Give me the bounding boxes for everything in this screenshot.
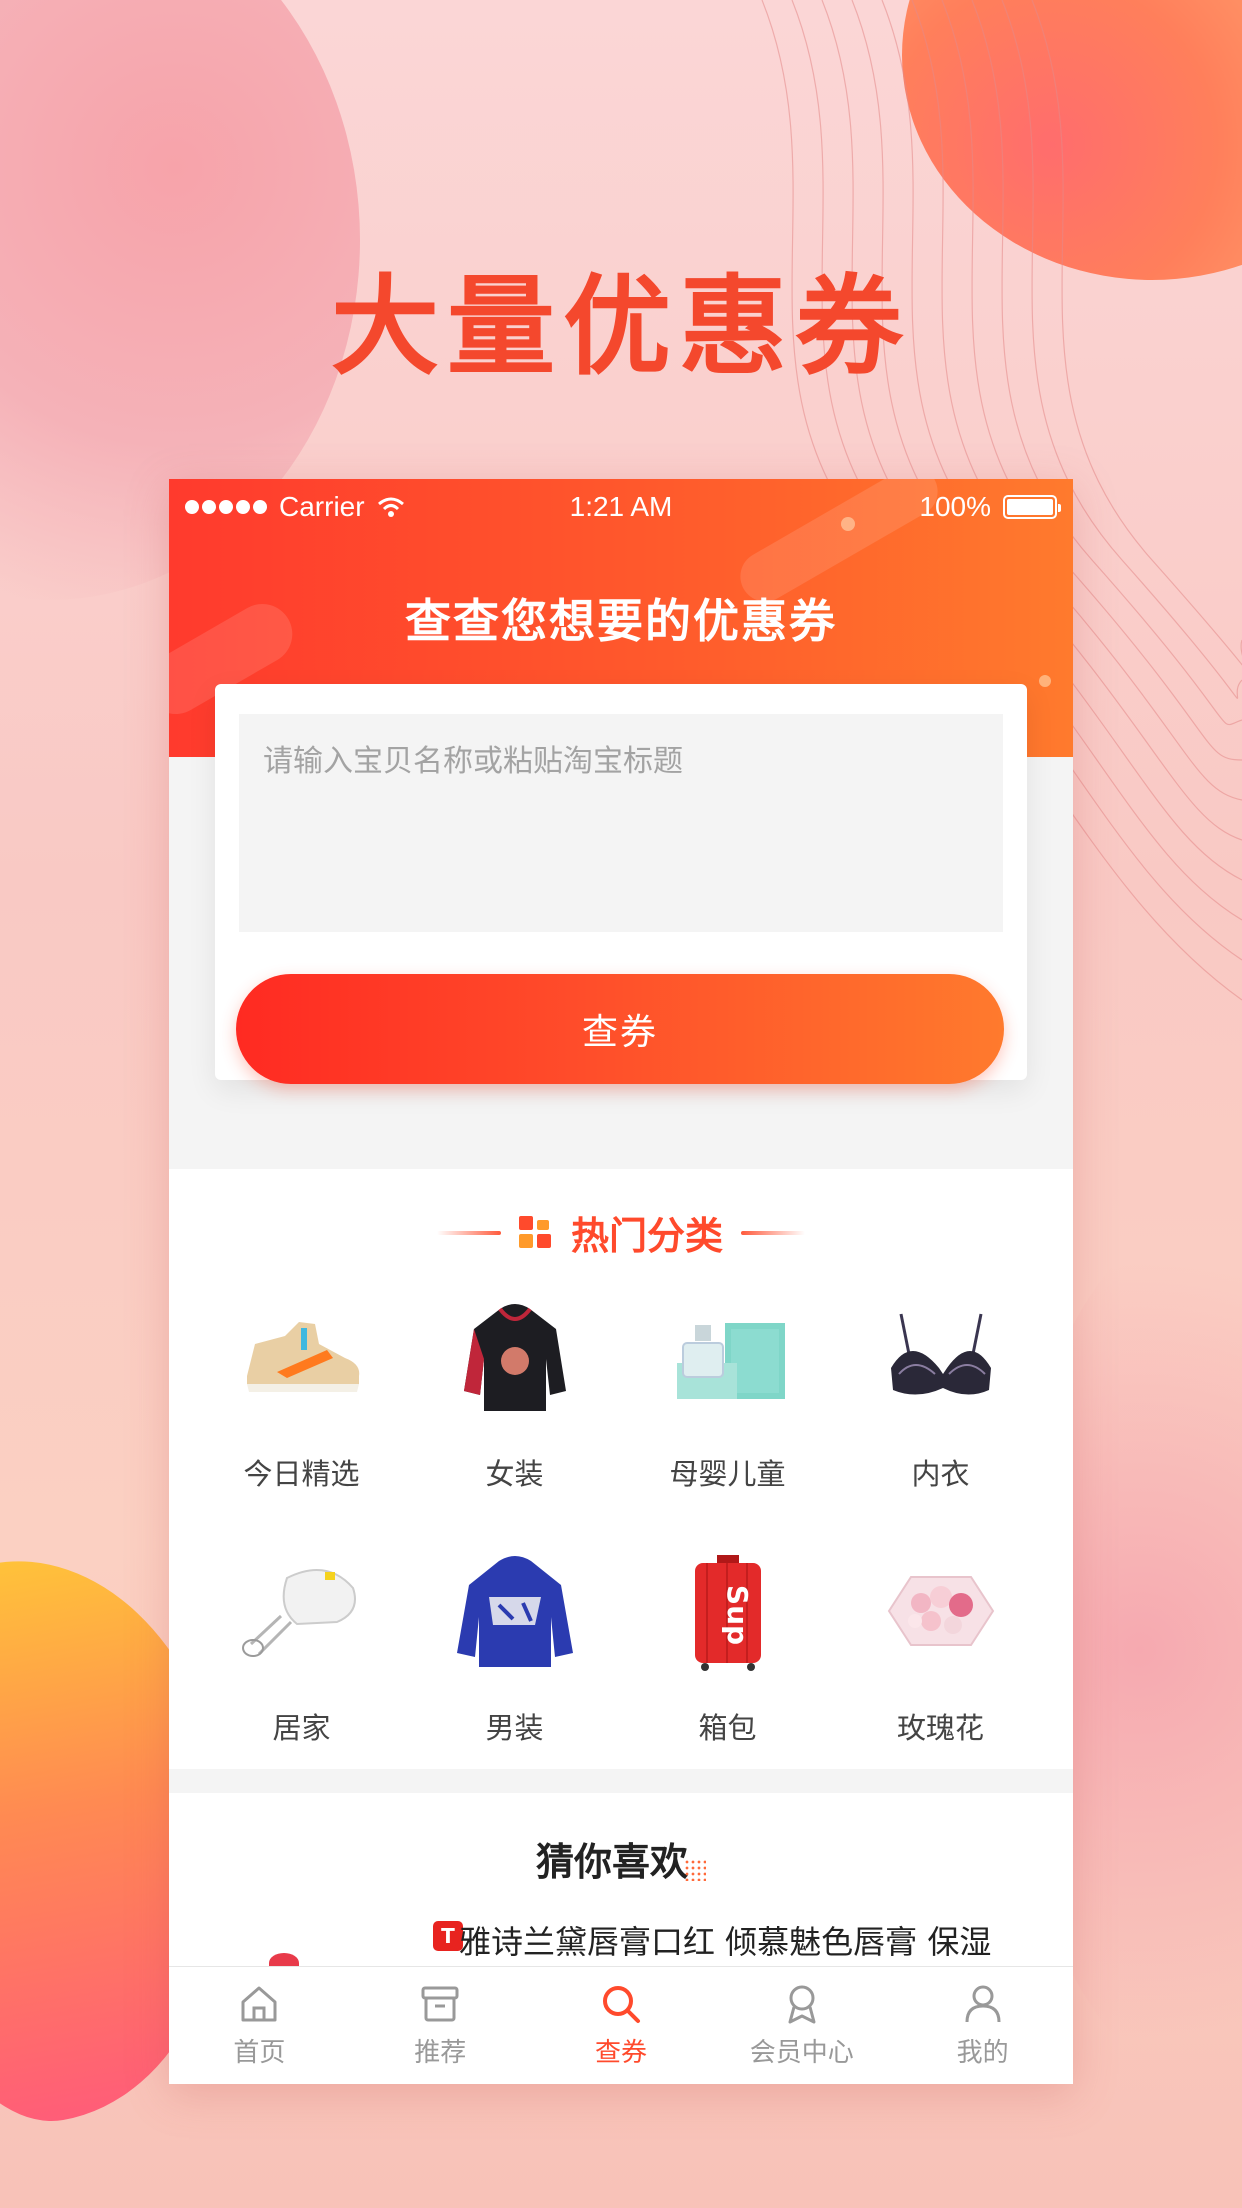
svg-text:Sup: Sup xyxy=(721,1585,754,1645)
category-label: 母婴儿童 xyxy=(669,1457,786,1491)
section-title: 热门分类 xyxy=(169,1205,1073,1260)
category-item[interactable]: 居家 xyxy=(195,1543,408,1797)
status-bar: Carrier 1:21 AM 100% xyxy=(169,479,1073,535)
category-item[interactable]: 玫瑰花 xyxy=(834,1543,1047,1797)
divider xyxy=(741,1230,805,1235)
category-label: 居家 xyxy=(272,1711,331,1745)
tab-label: 推荐 xyxy=(414,2038,467,2068)
category-label: 今日精选 xyxy=(243,1457,360,1491)
search-input[interactable] xyxy=(239,714,1003,932)
search-icon xyxy=(602,1986,640,2023)
category-item[interactable]: 内衣 xyxy=(834,1289,1047,1543)
category-label: 内衣 xyxy=(911,1457,970,1491)
hand-mixer-icon xyxy=(232,1543,372,1683)
category-label: 女装 xyxy=(485,1457,544,1491)
tab-recommend[interactable]: 推荐 xyxy=(350,1967,531,2084)
battery-percent: 100% xyxy=(919,491,991,522)
category-label: 玫瑰花 xyxy=(896,1711,984,1745)
category-item[interactable]: 女装 xyxy=(408,1289,621,1543)
search-card: 查券 xyxy=(215,684,1027,1084)
category-item[interactable]: 今日精选 xyxy=(195,1289,408,1543)
suitcase-icon: Sup xyxy=(658,1543,798,1683)
recommend-title: 猜你喜欢 xyxy=(169,1831,1073,1886)
battery-icon xyxy=(1003,495,1061,519)
search-coupon-button[interactable]: 查券 xyxy=(236,974,1004,1084)
category-grid: 今日精选 女装 母婴儿童 内衣 居家 男装 Sup 箱包 玫瑰花 xyxy=(169,1289,1073,1797)
page-title: 查查您想要的优惠券 xyxy=(405,594,837,648)
phone-screen: Carrier 1:21 AM 100% 查查您想要的优惠券 查券 热门分类 xyxy=(169,479,1073,2084)
category-item[interactable]: 母婴儿童 xyxy=(621,1289,834,1543)
tab-home[interactable]: 首页 xyxy=(169,1967,350,2084)
tab-mine[interactable]: 我的 xyxy=(892,1967,1073,2084)
category-label: 男装 xyxy=(485,1711,544,1745)
archive-icon xyxy=(421,1986,459,2022)
tab-label: 首页 xyxy=(233,2038,286,2068)
category-item[interactable]: Sup 箱包 xyxy=(621,1543,834,1797)
section-title-text: 热门分类 xyxy=(570,1214,723,1258)
lingerie-icon xyxy=(871,1289,1011,1429)
perfume-box-icon xyxy=(658,1289,798,1429)
member-badge-icon xyxy=(788,1985,816,2024)
user-icon xyxy=(965,1985,1001,2023)
sneaker-icon xyxy=(232,1289,372,1429)
promo-title: 大量优惠券 xyxy=(330,265,911,390)
blue-hoodie-icon xyxy=(445,1543,585,1683)
tab-member-center[interactable]: 会员中心 xyxy=(711,1967,892,2084)
category-grid-icon xyxy=(518,1215,553,1250)
category-item[interactable]: 男装 xyxy=(408,1543,621,1797)
hot-categories-section: 热门分类 今日精选 女装 母婴儿童 内衣 居家 男装 Sup 箱包 玫瑰花 xyxy=(169,1169,1073,1769)
hoodie-icon xyxy=(445,1289,585,1429)
flower-box-icon xyxy=(871,1543,1011,1683)
tab-label: 查券 xyxy=(594,2038,647,2068)
tab-bar: 首页 推荐 查券 会员中心 我的 xyxy=(169,1966,1073,2084)
tab-label: 会员中心 xyxy=(749,2038,854,2068)
tab-label: 我的 xyxy=(956,2038,1009,2068)
category-label: 箱包 xyxy=(698,1711,757,1745)
dots-icon xyxy=(684,1859,706,1881)
divider xyxy=(436,1230,501,1235)
home-icon xyxy=(241,1986,277,2022)
product-title: 雅诗兰黛唇膏口红 倾慕魅色唇膏 保湿 xyxy=(459,1923,992,1961)
tab-search-coupon[interactable]: 查券 xyxy=(531,1967,712,2084)
